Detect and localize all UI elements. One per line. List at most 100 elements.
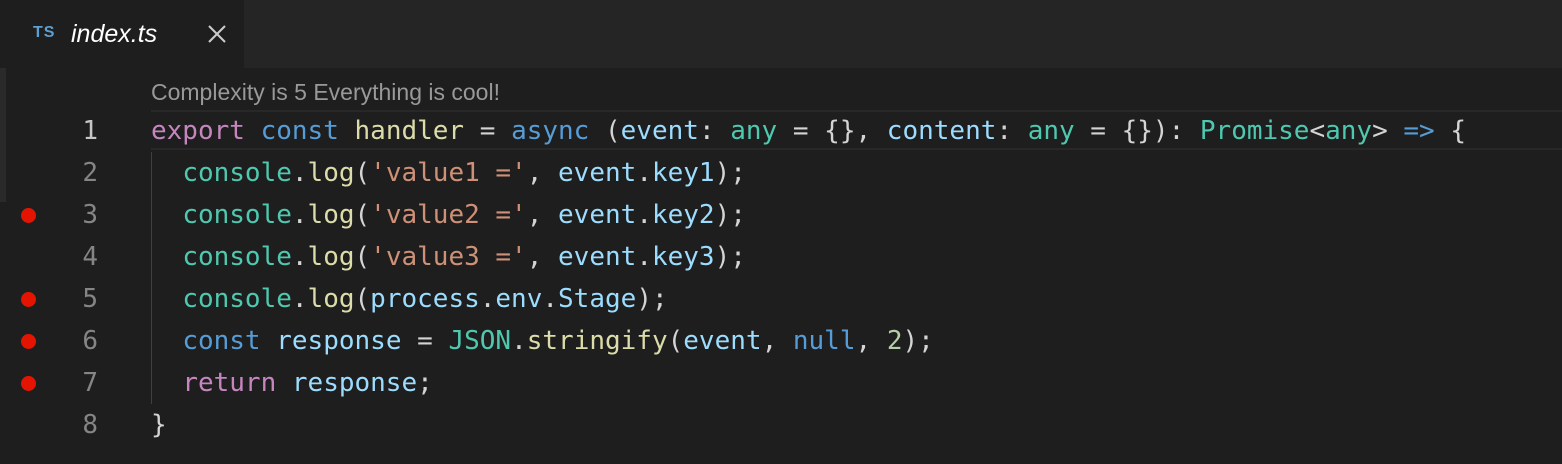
token: event [558, 158, 637, 188]
close-icon[interactable] [205, 22, 229, 46]
token: response [276, 326, 402, 356]
token: ( [354, 242, 371, 272]
code-line-6[interactable]: 6 const response = JSON.stringify(event,… [0, 320, 1562, 362]
token: console [182, 242, 292, 272]
token: = [464, 116, 512, 146]
token: ); [902, 326, 934, 356]
token: any [1027, 116, 1075, 146]
token: ); [714, 200, 746, 230]
tab-bar: TS index.ts [0, 0, 1562, 68]
token: . [291, 242, 308, 272]
token: 'value3 =' [370, 242, 527, 272]
token: . [291, 158, 308, 188]
token: : [996, 116, 1028, 146]
token: ( [354, 158, 371, 188]
line-content[interactable]: console.log(process.env.Stage); [151, 278, 668, 320]
line-number: 4 [82, 242, 98, 272]
token: stringify [526, 326, 668, 356]
token: < [1309, 116, 1326, 146]
token: JSON [448, 326, 512, 356]
token: = [401, 326, 449, 356]
token: , [761, 326, 793, 356]
breakpoint-icon[interactable] [21, 376, 36, 391]
token: response [291, 368, 418, 398]
token: , [526, 158, 559, 188]
token: . [636, 200, 652, 230]
token: Promise [1199, 116, 1310, 146]
token: = {}): [1074, 116, 1200, 146]
token: 2 [886, 326, 903, 356]
breakpoint-icon[interactable] [21, 208, 36, 223]
token: content [886, 116, 997, 146]
token: any [730, 116, 778, 146]
line-number: 1 [82, 116, 98, 146]
token: = {}, [777, 116, 887, 146]
breakpoint-icon[interactable] [21, 334, 36, 349]
token: . [479, 284, 496, 314]
code-line-8[interactable]: 8} [0, 404, 1562, 446]
token: . [291, 200, 308, 230]
token: Stage [558, 284, 637, 314]
token: const [260, 116, 339, 146]
token: null [792, 326, 856, 356]
token: ( [354, 200, 371, 230]
line-content[interactable]: console.log('value3 =', event.key3); [151, 236, 746, 278]
token: export [151, 116, 245, 146]
token: ; [417, 368, 433, 398]
token: > [1372, 116, 1404, 146]
line-number: 2 [82, 158, 98, 188]
token: } [151, 410, 167, 440]
token: ); [714, 242, 746, 272]
token: any [1325, 116, 1373, 146]
token: log [307, 158, 355, 188]
line-content[interactable]: console.log('value1 =', event.key1); [151, 152, 746, 194]
line-content[interactable]: return response; [151, 362, 433, 404]
token: : [698, 116, 731, 146]
token: event [620, 116, 699, 146]
line-content[interactable]: const response = JSON.stringify(event, n… [151, 320, 934, 362]
line-number: 3 [82, 200, 98, 230]
code-line-7[interactable]: 7 return response; [0, 362, 1562, 404]
line-content[interactable]: } [151, 404, 167, 446]
token: ( [354, 284, 371, 314]
tab-label: index.ts [71, 20, 158, 48]
code-line-5[interactable]: 5 console.log(process.env.Stage); [0, 278, 1562, 320]
token: log [307, 242, 355, 272]
token: const [182, 326, 261, 356]
token: log [307, 284, 355, 314]
code-editor[interactable]: Complexity is 5 Everything is cool! 1 exp… [0, 68, 1562, 464]
token: . [291, 284, 308, 314]
token: console [182, 284, 292, 314]
code-line-4[interactable]: 4 console.log('value3 =', event.key3); [0, 236, 1562, 278]
token: ); [636, 284, 668, 314]
token: ); [714, 158, 746, 188]
token: , [855, 326, 887, 356]
token: async [511, 116, 590, 146]
line-number: 6 [82, 326, 98, 356]
code-line-1[interactable]: 1 export const handler = async (event: an… [0, 110, 1562, 152]
tab-index-ts[interactable]: TS index.ts [0, 0, 244, 68]
token: 'value2 =' [370, 200, 527, 230]
token: , [526, 200, 559, 230]
codelens-complexity[interactable]: Complexity is 5 Everything is cool! [151, 77, 500, 107]
token: key2 [651, 200, 715, 230]
token: => [1403, 116, 1435, 146]
token: . [511, 326, 527, 356]
line-content[interactable]: export const handler = async (event: any… [151, 110, 1562, 152]
token: handler [354, 116, 465, 146]
code-line-3[interactable]: 3 console.log('value2 =', event.key2); [0, 194, 1562, 236]
token: log [307, 200, 355, 230]
breakpoint-icon[interactable] [21, 292, 36, 307]
token: 'value1 =' [370, 158, 527, 188]
token: console [182, 200, 292, 230]
token: console [182, 158, 292, 188]
line-content[interactable]: console.log('value2 =', event.key2); [151, 194, 746, 236]
code-line-2[interactable]: 2 console.log('value1 =', event.key1); [0, 152, 1562, 194]
